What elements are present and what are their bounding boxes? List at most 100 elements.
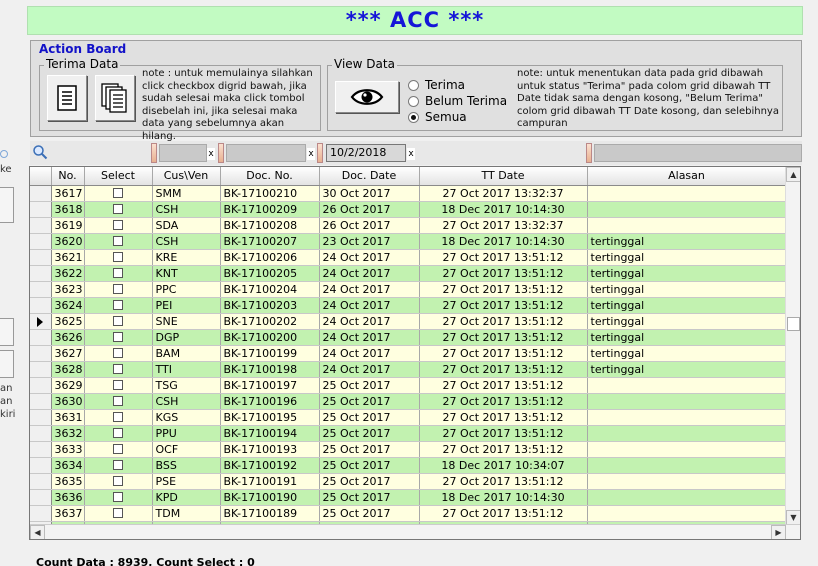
- single-document-button[interactable]: [47, 75, 87, 121]
- table-row[interactable]: 3627 BAM BK-17100199 24 Oct 2017 27 Oct 2017…: [30, 345, 787, 362]
- select-checkbox[interactable]: [113, 267, 123, 278]
- table-row[interactable]: 3635 PSE BK-17100191 25 Oct 2017 27 Oct 2017…: [30, 473, 787, 490]
- select-checkbox[interactable]: [113, 507, 123, 518]
- row-indicator[interactable]: [30, 265, 52, 282]
- cell-select[interactable]: [84, 265, 153, 282]
- row-indicator[interactable]: [30, 377, 52, 394]
- cell-select[interactable]: [84, 489, 153, 506]
- cusven-filter[interactable]: [159, 144, 207, 162]
- select-checkbox[interactable]: [113, 203, 123, 214]
- select-checkbox[interactable]: [113, 347, 123, 358]
- row-indicator[interactable]: [30, 457, 52, 474]
- filter-splitter[interactable]: [151, 143, 157, 163]
- row-indicator[interactable]: [30, 505, 52, 522]
- select-checkbox[interactable]: [113, 411, 123, 422]
- table-row[interactable]: 3620 CSH BK-17100207 23 Oct 2017 18 Dec 2017…: [30, 233, 787, 250]
- cell-select[interactable]: [84, 297, 153, 314]
- view-data-button[interactable]: [335, 81, 399, 113]
- table-row[interactable]: 3624 PEI BK-17100203 24 Oct 2017 27 Oct 2017…: [30, 297, 787, 314]
- row-indicator[interactable]: [30, 345, 52, 362]
- table-row[interactable]: 3631 KGS BK-17100195 25 Oct 2017 27 Oct 2017…: [30, 409, 787, 426]
- row-indicator[interactable]: [30, 441, 52, 458]
- row-indicator[interactable]: [30, 489, 52, 506]
- table-row[interactable]: 3619 SDA BK-17100208 26 Oct 2017 27 Oct 2017…: [30, 217, 787, 234]
- filter-splitter[interactable]: [218, 143, 224, 163]
- row-indicator[interactable]: [30, 313, 52, 330]
- table-row[interactable]: 3626 DGP BK-17100200 24 Oct 2017 27 Oct 2017…: [30, 329, 787, 346]
- select-checkbox[interactable]: [113, 283, 123, 294]
- table-row[interactable]: 3630 CSH BK-17100196 25 Oct 2017 27 Oct 2017…: [30, 393, 787, 410]
- column-header-select[interactable]: Select: [84, 167, 153, 186]
- column-header-alasan[interactable]: Alasan: [587, 167, 787, 186]
- cell-select[interactable]: [84, 361, 153, 378]
- select-checkbox[interactable]: [113, 427, 123, 438]
- cell-select[interactable]: [84, 185, 153, 202]
- radio-belum-terima[interactable]: Belum Terima: [408, 94, 507, 108]
- cell-select[interactable]: [84, 425, 153, 442]
- select-checkbox[interactable]: [113, 395, 123, 406]
- radio-terima[interactable]: Terima: [408, 78, 465, 92]
- table-row[interactable]: 3617 SMM BK-17100210 30 Oct 2017 27 Oct 2017…: [30, 185, 787, 202]
- row-indicator[interactable]: [30, 361, 52, 378]
- select-checkbox[interactable]: [113, 299, 123, 310]
- alasan-filter[interactable]: [594, 144, 802, 162]
- docdate-filter-clear[interactable]: x: [407, 148, 415, 160]
- table-row[interactable]: 3623 PPC BK-17100204 24 Oct 2017 27 Oct 2017…: [30, 281, 787, 298]
- select-checkbox[interactable]: [113, 491, 123, 502]
- table-row[interactable]: 3622 KNT BK-17100205 24 Oct 2017 27 Oct 2017…: [30, 265, 787, 282]
- row-indicator[interactable]: [30, 217, 52, 234]
- radio-button[interactable]: [408, 111, 419, 123]
- vertical-scrollbar[interactable]: ▲ ▼: [785, 167, 800, 525]
- cell-select[interactable]: [84, 377, 153, 394]
- docno-filter[interactable]: [226, 144, 306, 162]
- table-row[interactable]: 3636 KPD BK-17100190 25 Oct 2017 18 Dec 2017…: [30, 489, 787, 506]
- table-row[interactable]: 3629 TSG BK-17100197 25 Oct 2017 27 Oct 2017…: [30, 377, 787, 394]
- magnifier-icon[interactable]: [32, 144, 48, 160]
- select-checkbox[interactable]: [113, 475, 123, 486]
- row-indicator[interactable]: [30, 249, 52, 266]
- cell-select[interactable]: [84, 393, 153, 410]
- scroll-left-icon[interactable]: ◀: [30, 525, 45, 539]
- table-row[interactable]: 3628 TTI BK-17100198 24 Oct 2017 27 Oct 2017…: [30, 361, 787, 378]
- row-indicator[interactable]: [30, 473, 52, 490]
- column-header-doc-no[interactable]: Doc. No.: [220, 167, 320, 186]
- row-indicator[interactable]: [30, 297, 52, 314]
- cell-select[interactable]: [84, 441, 153, 458]
- row-indicator[interactable]: [30, 281, 52, 298]
- select-checkbox[interactable]: [113, 315, 123, 326]
- scroll-down-icon[interactable]: ▼: [786, 510, 800, 525]
- table-row[interactable]: 3632 PPU BK-17100194 25 Oct 2017 27 Oct 2017…: [30, 425, 787, 442]
- table-row[interactable]: 3633 OCF BK-17100193 25 Oct 2017 27 Oct 2017…: [30, 441, 787, 458]
- vertical-scroll-thumb[interactable]: [787, 317, 800, 331]
- select-checkbox[interactable]: [113, 331, 123, 342]
- column-header-doc-date[interactable]: Doc. Date: [319, 167, 420, 186]
- scroll-right-icon[interactable]: ▶: [771, 525, 786, 539]
- select-checkbox[interactable]: [113, 187, 123, 198]
- cusven-filter-clear[interactable]: x: [207, 148, 215, 160]
- row-indicator[interactable]: [30, 185, 52, 202]
- column-header-tt-date[interactable]: TT Date: [419, 167, 588, 186]
- select-checkbox[interactable]: [113, 235, 123, 246]
- select-checkbox[interactable]: [113, 379, 123, 390]
- cell-select[interactable]: [84, 249, 153, 266]
- table-row[interactable]: 3625 SNE BK-17100202 24 Oct 2017 27 Oct 2017…: [30, 313, 787, 330]
- cell-select[interactable]: [84, 329, 153, 346]
- cell-select[interactable]: [84, 345, 153, 362]
- table-row[interactable]: 3621 KRE BK-17100206 24 Oct 2017 27 Oct 2017…: [30, 249, 787, 266]
- radio-button[interactable]: [408, 79, 419, 91]
- row-indicator[interactable]: [30, 233, 52, 250]
- cell-select[interactable]: [84, 473, 153, 490]
- row-indicator[interactable]: [30, 329, 52, 346]
- radio-semua[interactable]: Semua: [408, 110, 467, 124]
- select-checkbox[interactable]: [113, 459, 123, 470]
- multi-document-button[interactable]: [95, 75, 135, 121]
- column-header-cusven[interactable]: Cus\Ven: [152, 167, 221, 186]
- select-checkbox[interactable]: [113, 251, 123, 262]
- row-indicator[interactable]: [30, 201, 52, 218]
- select-checkbox[interactable]: [113, 219, 123, 230]
- cell-select[interactable]: [84, 313, 153, 330]
- select-checkbox[interactable]: [113, 443, 123, 454]
- table-row[interactable]: 3618 CSH BK-17100209 26 Oct 2017 18 Dec 2017…: [30, 201, 787, 218]
- docno-filter-clear[interactable]: x: [307, 148, 315, 160]
- horizontal-scrollbar[interactable]: ◀ ▶: [30, 524, 800, 539]
